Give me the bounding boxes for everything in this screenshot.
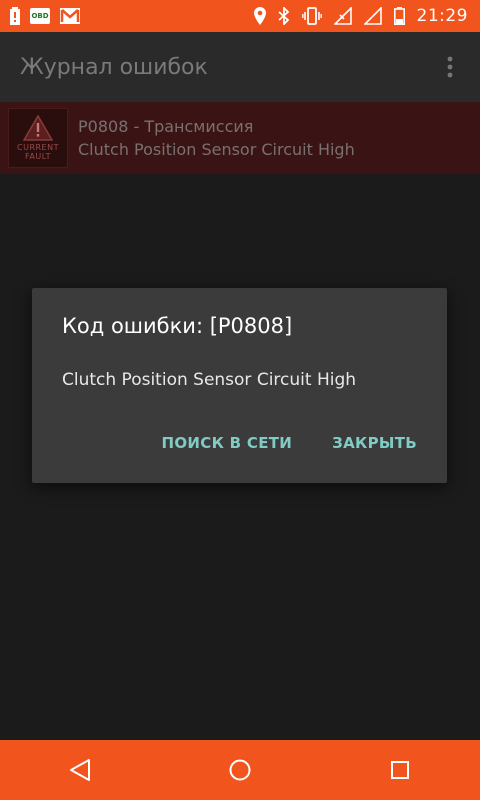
search-online-button[interactable]: ПОИСК В СЕТИ: [152, 428, 303, 458]
list-item-subtitle: Clutch Position Sensor Circuit High: [78, 140, 355, 159]
bluetooth-icon: [277, 7, 290, 25]
vibrate-icon: [301, 7, 322, 25]
recents-icon[interactable]: [370, 740, 430, 800]
obd-icon: OBD: [30, 8, 50, 24]
warning-triangle-icon: [23, 115, 53, 141]
error-code-dialog: Код ошибки: [P0808] Clutch Position Sens…: [32, 288, 447, 483]
battery-icon: [393, 7, 405, 25]
app-bar: Журнал ошибок: [0, 32, 480, 102]
list-item-fault[interactable]: CURRENT FAULT P0808 - Трансмиссия Clutch…: [0, 102, 480, 174]
status-bar: OBD 21:29: [0, 0, 480, 32]
list-item-title: P0808 - Трансмиссия: [78, 117, 254, 136]
back-icon[interactable]: [50, 740, 110, 800]
notification-icons: OBD: [0, 7, 80, 25]
battery-alert-icon: [10, 7, 20, 25]
status-time: 21:29: [416, 6, 468, 26]
page-title: Журнал ошибок: [20, 54, 208, 80]
more-vert-icon[interactable]: [438, 47, 462, 87]
home-icon[interactable]: [210, 740, 270, 800]
location-icon: [253, 7, 266, 25]
system-icons: 21:29: [253, 6, 480, 26]
dialog-message: Clutch Position Sensor Circuit High: [62, 370, 357, 390]
list-item-texts: P0808 - Трансмиссия Clutch Position Sens…: [78, 117, 355, 159]
navigation-bar: [0, 740, 480, 800]
dialog-title: Код ошибки: [P0808]: [62, 314, 293, 338]
no-signal-icon: [333, 7, 352, 25]
screen: OBD 21:29 Журнал ошибок CURRENT FAULT P0…: [0, 0, 480, 800]
fault-thumb-text: CURRENT FAULT: [17, 143, 59, 161]
dialog-actions: ПОИСК В СЕТИ ЗАКРЫТЬ: [152, 428, 427, 458]
obd-badge-text: OBD: [30, 8, 50, 24]
close-button[interactable]: ЗАКРЫТЬ: [322, 428, 427, 458]
current-fault-icon: CURRENT FAULT: [8, 108, 68, 168]
wifi-off-icon: [363, 7, 382, 25]
gmail-icon: [60, 8, 80, 24]
